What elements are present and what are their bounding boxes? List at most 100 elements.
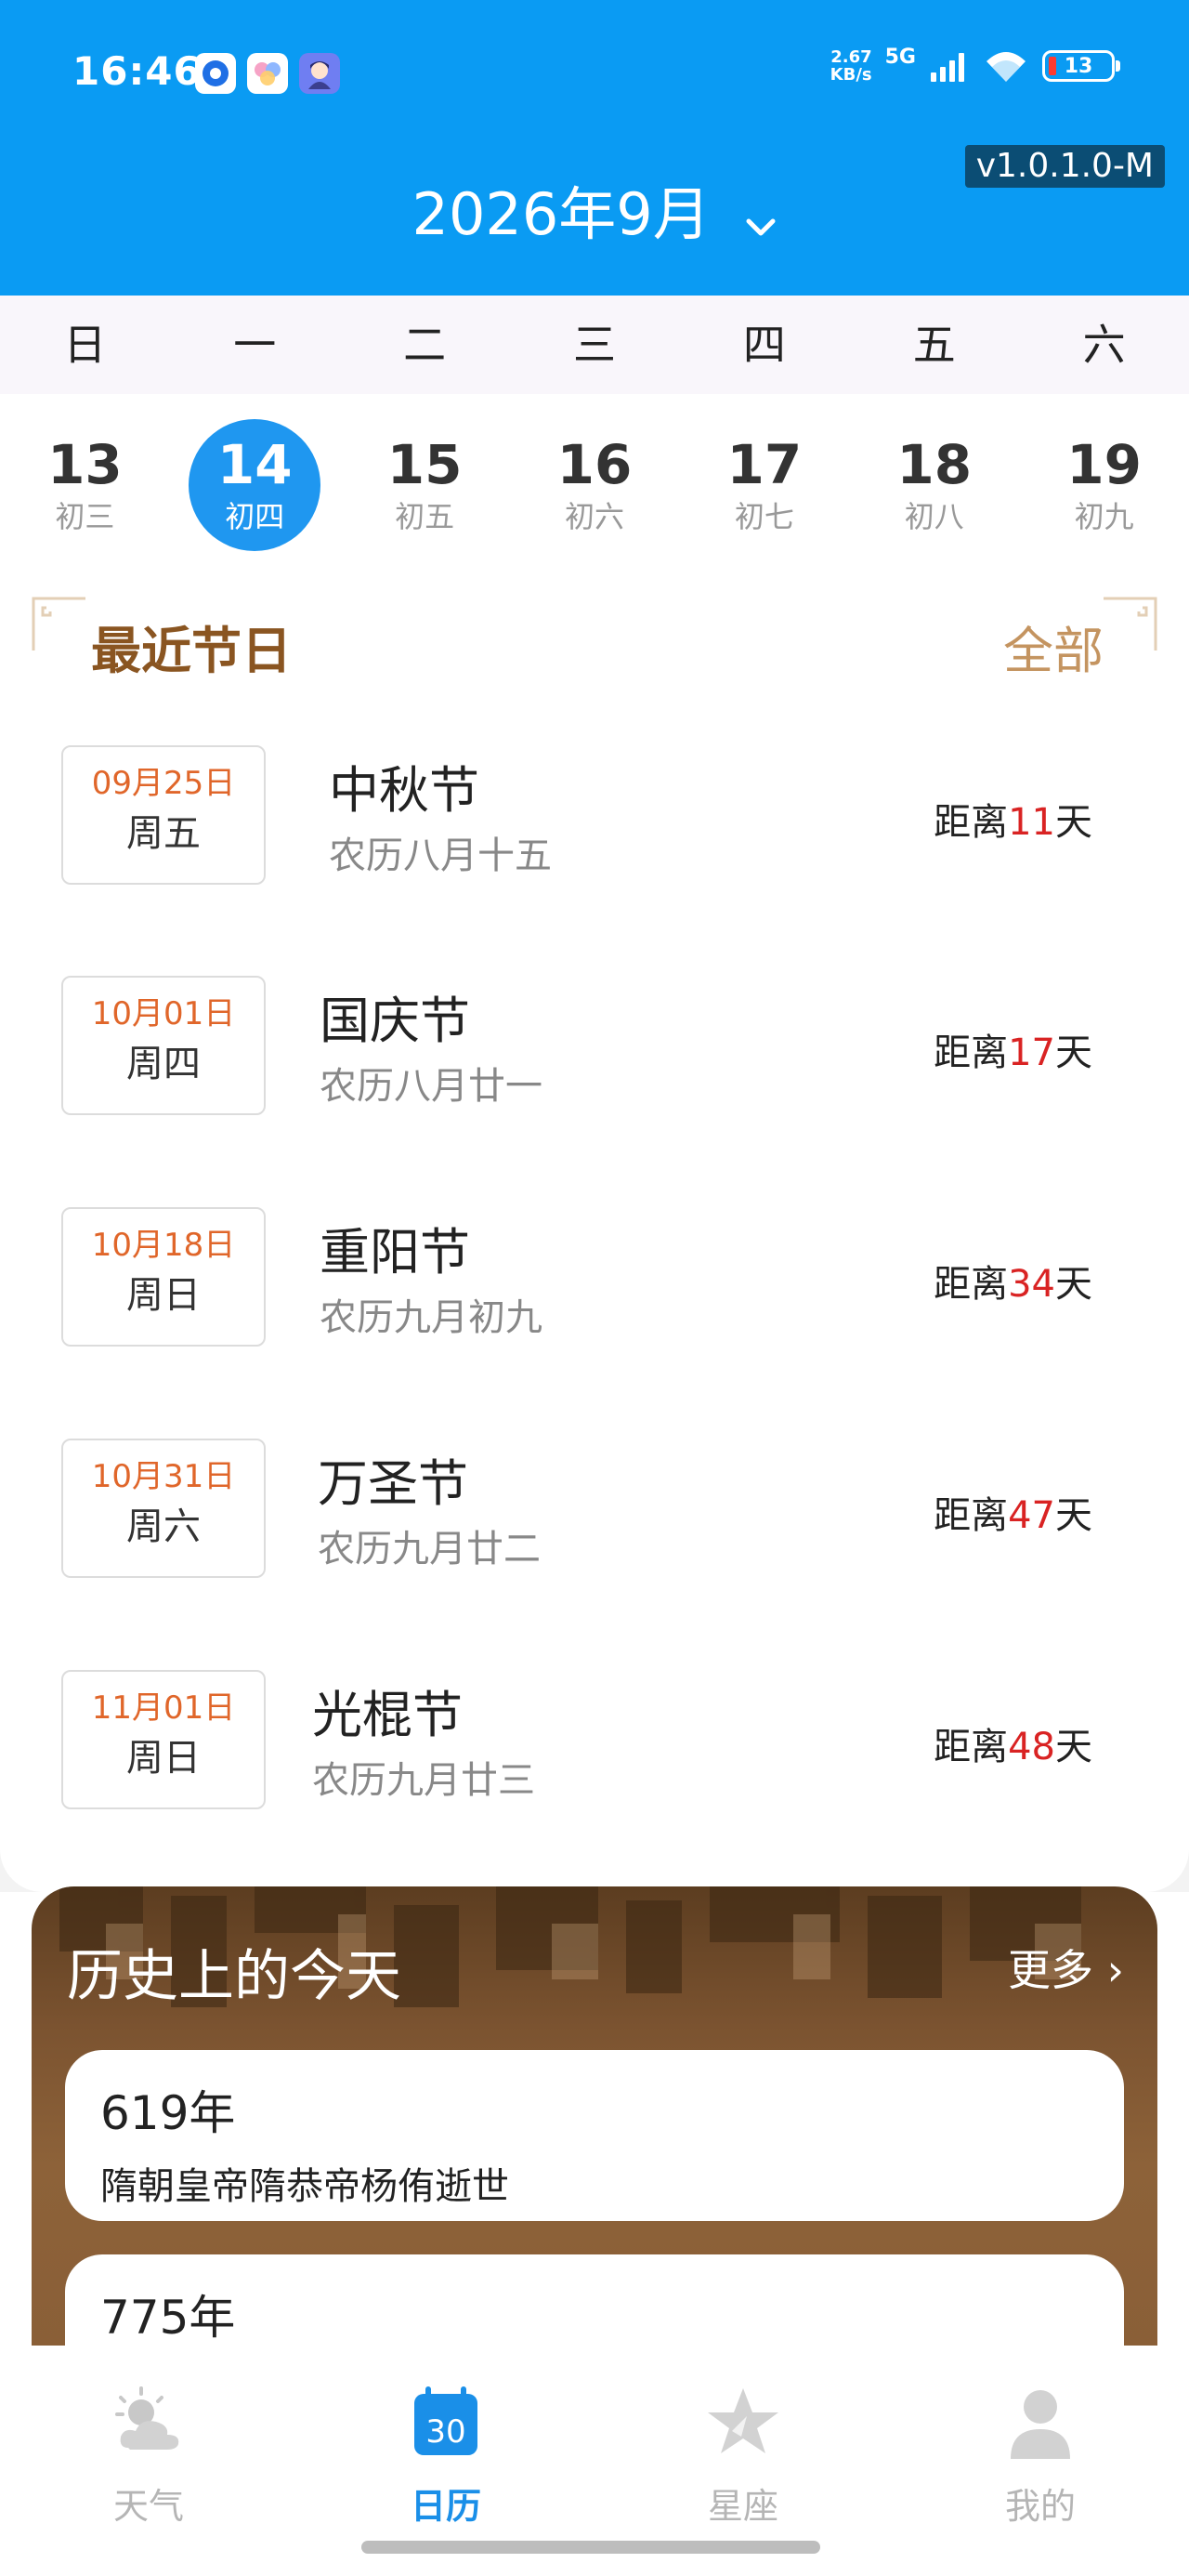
festival-weekday: 周日: [126, 1737, 201, 1780]
day-number: 17: [726, 433, 803, 496]
festival-card: 最近节日 全部 09月25日 周五 中秋节 农历八月十五 距离11天 10月01…: [0, 572, 1189, 1892]
weekday-label: 四: [742, 320, 786, 370]
calendar-day-selected[interactable]: 14 初四: [170, 394, 340, 576]
festival-item[interactable]: 10月18日 周日 重阳节 农历九月初九 距离34天: [0, 1207, 1189, 1356]
history-section-title: 历史上的今天: [67, 1944, 401, 2009]
festival-weekday: 周日: [126, 1274, 201, 1317]
battery-icon: 13: [1042, 50, 1120, 82]
chevron-down-icon: [745, 184, 777, 252]
festival-section-title: 最近节日: [91, 622, 292, 680]
festival-days-left: 17: [1008, 1032, 1055, 1074]
history-more-link[interactable]: 更多 ›: [1008, 1937, 1124, 1998]
history-item[interactable]: 619年 隋朝皇帝隋恭帝杨侑逝世: [65, 2050, 1124, 2221]
festival-name: 重阳节: [320, 1223, 470, 1281]
tab-profile[interactable]: 我的: [947, 2383, 1133, 2529]
history-year: 619年: [100, 2086, 236, 2140]
festival-days-left: 11: [1008, 801, 1055, 844]
day-number: 15: [386, 433, 463, 496]
weekday-label: 五: [912, 320, 956, 370]
festival-date-box: 09月25日 周五: [61, 745, 266, 885]
calendar-icon: 30: [414, 2386, 477, 2455]
day-lunar: 初四: [225, 499, 285, 534]
festival-lunar-date: 农历九月初九: [320, 1296, 542, 1339]
tab-weather[interactable]: 天气: [56, 2383, 242, 2529]
corner-ornament-icon: [32, 597, 85, 651]
festival-days-left: 34: [1008, 1263, 1055, 1306]
festival-item[interactable]: 09月25日 周五 中秋节 农历八月十五 距离11天: [0, 745, 1189, 894]
festival-date: 11月01日: [91, 1689, 236, 1727]
festival-weekday: 周五: [126, 812, 201, 855]
festival-name: 国庆节: [320, 992, 470, 1050]
festival-weekday: 周六: [126, 1505, 201, 1548]
day-lunar: 初三: [55, 499, 115, 534]
wifi-icon: [986, 52, 1026, 82]
tab-calendar[interactable]: 30 日历: [353, 2383, 539, 2529]
festival-date-box: 10月01日 周四: [61, 976, 266, 1115]
calendar-day[interactable]: 13 初三: [0, 394, 170, 576]
weekday-label: 一: [233, 320, 277, 370]
festival-date: 09月25日: [91, 765, 236, 802]
tab-label: 星座: [707, 2486, 778, 2527]
tab-label: 我的: [1004, 2486, 1076, 2527]
home-indicator[interactable]: [361, 2541, 820, 2554]
month-title: 2026年9月: [412, 180, 711, 248]
festival-countdown: 距离11天: [934, 801, 1092, 844]
tab-label: 天气: [112, 2486, 184, 2527]
day-lunar: 初五: [395, 499, 455, 534]
status-app-icons: [195, 53, 340, 94]
festival-countdown: 距离34天: [934, 1263, 1092, 1306]
weather-icon: [115, 2386, 179, 2450]
calendar-day[interactable]: 19 初九: [1019, 394, 1189, 576]
person-icon: [1011, 2390, 1070, 2459]
calendar-day[interactable]: 18 初八: [849, 394, 1019, 576]
tab-horoscope[interactable]: 星座: [650, 2383, 836, 2529]
calendar-day[interactable]: 16 初六: [510, 394, 680, 576]
weekday-label: 六: [1082, 320, 1126, 370]
festival-item[interactable]: 11月01日 周日 光棍节 农历九月廿三 距离48天: [0, 1670, 1189, 1819]
festival-days-left: 48: [1008, 1726, 1055, 1768]
festival-all-link[interactable]: 全部: [1003, 610, 1104, 683]
history-year: 775年: [100, 2291, 236, 2345]
festival-date-box: 10月31日 周六: [61, 1439, 266, 1578]
festival-name: 中秋节: [329, 761, 479, 820]
day-number: 16: [556, 433, 633, 496]
weekday-label: 二: [403, 320, 447, 370]
festival-section: 最近节日 全部 09月25日 周五 中秋节 农历八月十五 距离11天 10月01…: [0, 572, 1189, 1892]
star-icon: [708, 2388, 778, 2453]
tab-label: 日历: [410, 2486, 481, 2527]
history-today-section: 历史上的今天 更多 › 619年 隋朝皇帝隋恭帝杨侑逝世 775年: [32, 1886, 1157, 2351]
festival-countdown: 距离47天: [934, 1494, 1092, 1537]
history-item[interactable]: 775年: [65, 2254, 1124, 2351]
header: 16:46 2.67 KB/s 5G 13 v1.0.1.0-M 2026年9月: [0, 0, 1189, 296]
month-selector[interactable]: 2026年9月: [0, 167, 1189, 252]
festival-countdown: 距离48天: [934, 1726, 1092, 1768]
signal-icon: [931, 53, 964, 82]
day-lunar: 初八: [904, 499, 964, 534]
blue-app-icon: [195, 53, 236, 94]
corner-ornament-icon: [1104, 597, 1157, 651]
battery-level: 13: [1064, 54, 1093, 78]
festival-date: 10月18日: [91, 1227, 236, 1264]
festival-lunar-date: 农历九月廿三: [312, 1759, 535, 1802]
festival-date-box: 10月18日 周日: [61, 1207, 266, 1347]
status-time: 16:46: [72, 48, 202, 94]
festival-lunar-date: 农历九月廿二: [318, 1528, 541, 1571]
festival-item[interactable]: 10月31日 周六 万圣节 农历九月廿二 距离47天: [0, 1439, 1189, 1587]
festival-countdown: 距离17天: [934, 1032, 1092, 1074]
festival-date: 10月01日: [91, 995, 236, 1032]
calendar-day[interactable]: 15 初五: [340, 394, 510, 576]
festival-lunar-date: 农历八月十五: [329, 835, 552, 877]
festival-weekday: 周四: [126, 1043, 201, 1085]
weekday-label: 日: [63, 320, 107, 370]
status-right: 2.67 KB/s 5G 13: [830, 45, 1120, 85]
calendar-day[interactable]: 17 初七: [679, 394, 849, 576]
svg-text:30: 30: [425, 2413, 465, 2451]
festival-item[interactable]: 10月01日 周四 国庆节 农历八月廿一 距离17天: [0, 976, 1189, 1124]
festival-name: 光棍节: [312, 1686, 463, 1744]
day-lunar: 初六: [565, 499, 625, 534]
network-type: 5G: [884, 45, 916, 69]
day-lunar: 初七: [734, 499, 794, 534]
net-speed: 2.67 KB/s: [830, 47, 872, 85]
week-days: 13 初三 14 初四 15 初五 16 初六 17 初七 18 初八 19 初…: [0, 394, 1189, 576]
day-number: 13: [47, 433, 123, 496]
